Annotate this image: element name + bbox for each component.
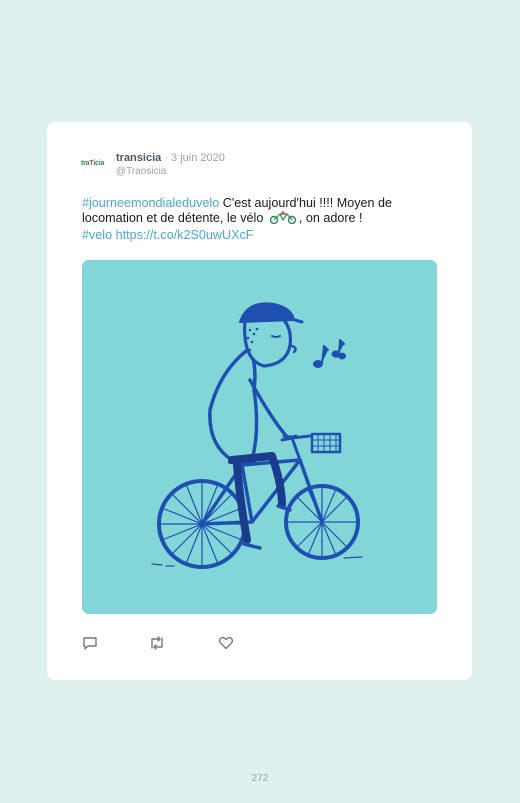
account-avatar[interactable]: traTicia — [81, 156, 111, 172]
page-number: 272 — [251, 773, 269, 784]
hashtag-velo-link[interactable]: #velo — [82, 228, 112, 242]
user-handle[interactable]: @Transicia — [116, 166, 166, 177]
bicycle-emoji-icon — [268, 211, 298, 228]
retweet-icon[interactable] — [148, 635, 166, 653]
tweet-url-link[interactable]: https://t.co/k2S0uwUXcF — [116, 228, 254, 242]
hashtag-link[interactable]: #journeemondialeduvelo — [82, 196, 219, 210]
tweet-text: #journeemondialeduvelo C'est aujourd'hui… — [82, 196, 427, 243]
reply-icon[interactable] — [82, 635, 100, 653]
like-icon[interactable] — [218, 635, 236, 653]
display-name[interactable]: transicia — [116, 152, 161, 164]
cyclist-illustration — [82, 260, 437, 614]
tweet-text-part-2: , on adore ! — [298, 211, 363, 225]
tweet-header: transicia · 3 juin 2020 — [116, 152, 225, 164]
tweet-date[interactable]: · 3 juin 2020 — [164, 152, 225, 164]
tweet-card: traTicia transicia · 3 juin 2020 @Transi… — [47, 122, 472, 680]
tweet-actions — [82, 635, 282, 653]
tweet-media[interactable] — [82, 260, 437, 614]
